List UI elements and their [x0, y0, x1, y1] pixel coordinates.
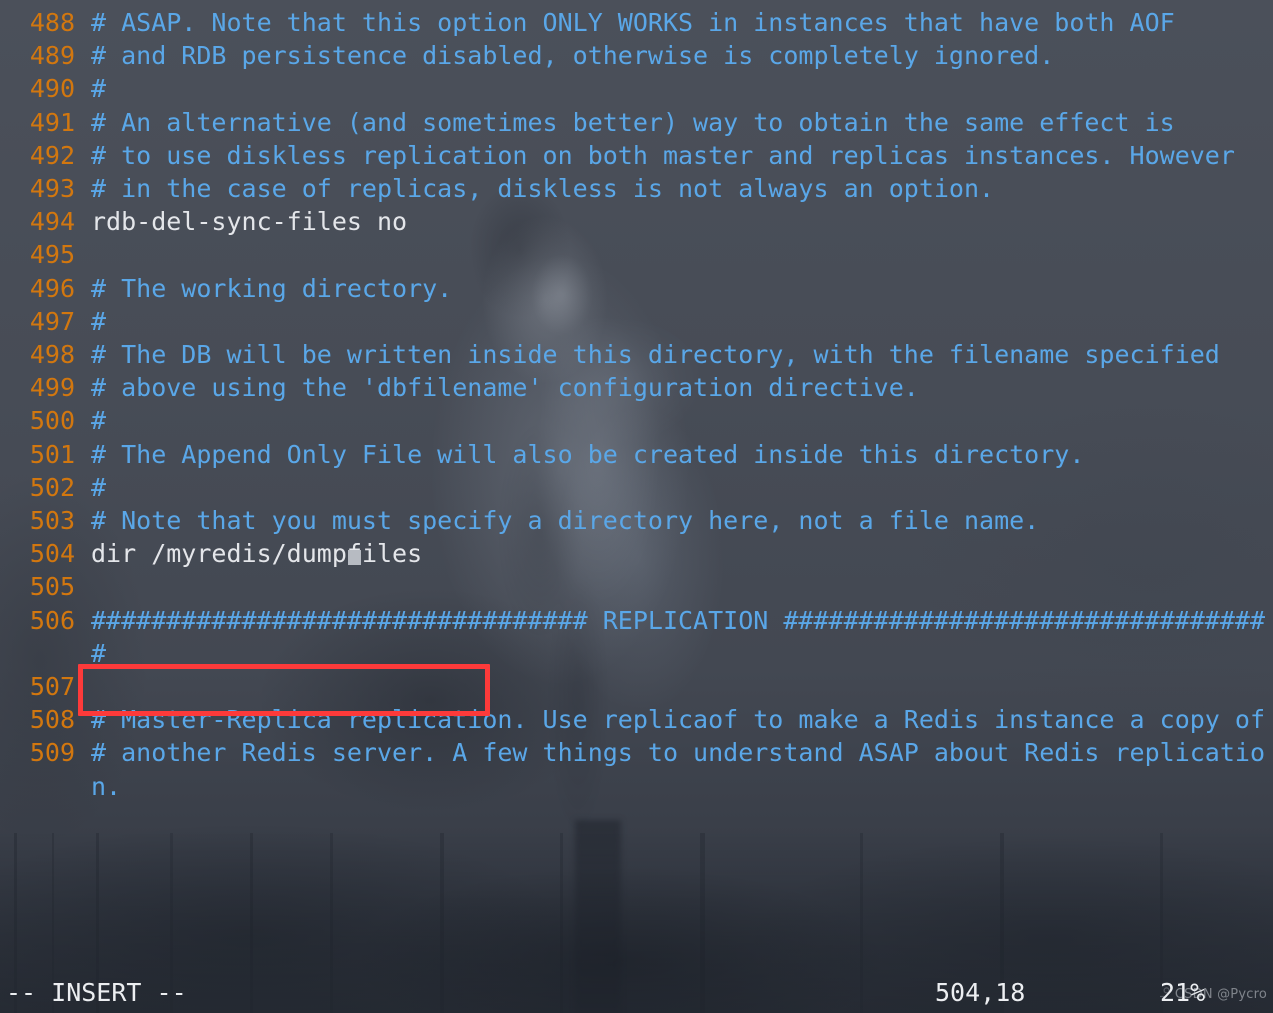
editor-line[interactable]: 494 rdb-del-sync-files no	[0, 205, 1273, 238]
csdn-watermark: CSDN @Pycro	[1158, 978, 1267, 1011]
editor-line[interactable]: 499 # above using the 'dbfilename' config…	[0, 371, 1273, 404]
line-text[interactable]	[75, 670, 1273, 703]
line-text[interactable]: # another Redis server. A few things to …	[75, 736, 1273, 802]
line-number: 499	[29, 373, 75, 403]
line-number: 502	[29, 472, 75, 502]
line-text[interactable]: #	[75, 471, 1273, 504]
line-text[interactable]: # above using the 'dbfilename' configura…	[75, 371, 1273, 404]
editor-line[interactable]: 495	[0, 238, 1273, 271]
line-number: 503	[29, 506, 75, 536]
editor-line[interactable]: 505	[0, 570, 1273, 603]
line-number: 507	[29, 672, 75, 702]
line-number: 493	[29, 174, 75, 204]
line-number: 495	[29, 240, 75, 270]
line-text[interactable]: # to use diskless replication on both ma…	[75, 139, 1273, 172]
line-number: 508	[29, 705, 75, 735]
status-cursor-position: 504,18	[935, 978, 1026, 1008]
line-text[interactable]: # The Append Only File will also be crea…	[75, 438, 1273, 471]
line-text[interactable]: #	[75, 404, 1273, 437]
line-number: 489	[29, 41, 75, 71]
editor-line[interactable]: 489 # and RDB persistence disabled, other…	[0, 39, 1273, 72]
line-text[interactable]: # The working directory.	[75, 272, 1273, 305]
editor-line[interactable]: 497 #	[0, 305, 1273, 338]
line-number: 500	[29, 406, 75, 436]
status-mode-indicator: -- INSERT --	[6, 978, 187, 1008]
line-number: 491	[29, 107, 75, 137]
editor-line[interactable]: 488 # ASAP. Note that this option ONLY WO…	[0, 6, 1273, 39]
line-text[interactable]: ################################# REPLIC…	[75, 604, 1273, 670]
editor-line[interactable]: 507	[0, 670, 1273, 703]
editor-line[interactable]: 506 ################################# REP…	[0, 604, 1273, 670]
line-text[interactable]: # An alternative (and sometimes better) …	[75, 106, 1273, 139]
editor-line[interactable]: 502 #	[0, 471, 1273, 504]
line-text[interactable]: rdb-del-sync-files no	[75, 205, 1273, 238]
line-text[interactable]: #	[75, 305, 1273, 338]
line-number: 492	[29, 140, 75, 170]
editor-line[interactable]: 500 #	[0, 404, 1273, 437]
watermark-text: CSDN @Pycro	[1174, 986, 1267, 1002]
line-number: 497	[29, 306, 75, 336]
line-number: 501	[29, 439, 75, 469]
line-text-with-cursor[interactable]: dir /myredis/dumpfiles	[75, 537, 1273, 570]
line-number: 509	[29, 738, 75, 768]
line-text[interactable]: # and RDB persistence disabled, otherwis…	[75, 39, 1273, 72]
editor-line[interactable]: 492 # to use diskless replication on both…	[0, 139, 1273, 172]
editor-line[interactable]: 491 # An alternative (and sometimes bette…	[0, 106, 1273, 139]
line-number: 504	[29, 539, 75, 569]
vim-cursor	[347, 550, 361, 566]
line-number: 490	[29, 74, 75, 104]
editor-line[interactable]: 496 # The working directory.	[0, 272, 1273, 305]
line-text[interactable]: # Note that you must specify a directory…	[75, 504, 1273, 537]
editor-line[interactable]: 501 # The Append Only File will also be c…	[0, 438, 1273, 471]
vim-status-line: -- INSERT -- 504,18 21%	[0, 976, 1273, 1010]
editor-line[interactable]: 498 # The DB will be written inside this …	[0, 338, 1273, 371]
terminal-window: 488 # ASAP. Note that this option ONLY WO…	[0, 0, 1273, 1013]
line-text[interactable]: # ASAP. Note that this option ONLY WORKS…	[75, 6, 1273, 39]
line-number: 488	[29, 8, 75, 37]
editor-line-cursor[interactable]: 504 dir /myredis/dumpfiles	[0, 537, 1273, 570]
person-icon	[1159, 987, 1170, 1001]
editor-line[interactable]: 508 # Master-Replica replication. Use rep…	[0, 703, 1273, 736]
line-number: 494	[29, 207, 75, 237]
line-number: 506	[29, 605, 75, 635]
line-number: 505	[29, 572, 75, 602]
editor-line[interactable]: 490 #	[0, 72, 1273, 105]
line-text[interactable]	[75, 570, 1273, 603]
line-number: 496	[29, 273, 75, 303]
line-number: 498	[29, 340, 75, 370]
editor-line[interactable]: 509 # another Redis server. A few things …	[0, 736, 1273, 802]
editor-line[interactable]: 493 # in the case of replicas, diskless i…	[0, 172, 1273, 205]
line-text[interactable]	[75, 238, 1273, 271]
line-text[interactable]: # in the case of replicas, diskless is n…	[75, 172, 1273, 205]
editor-line[interactable]: 503 # Note that you must specify a direct…	[0, 504, 1273, 537]
line-text[interactable]: # Master-Replica replication. Use replic…	[75, 703, 1273, 736]
line-text[interactable]: # The DB will be written inside this dir…	[75, 338, 1273, 371]
vim-text-buffer[interactable]: 488 # ASAP. Note that this option ONLY WO…	[0, 0, 1273, 803]
line-text[interactable]: #	[75, 72, 1273, 105]
